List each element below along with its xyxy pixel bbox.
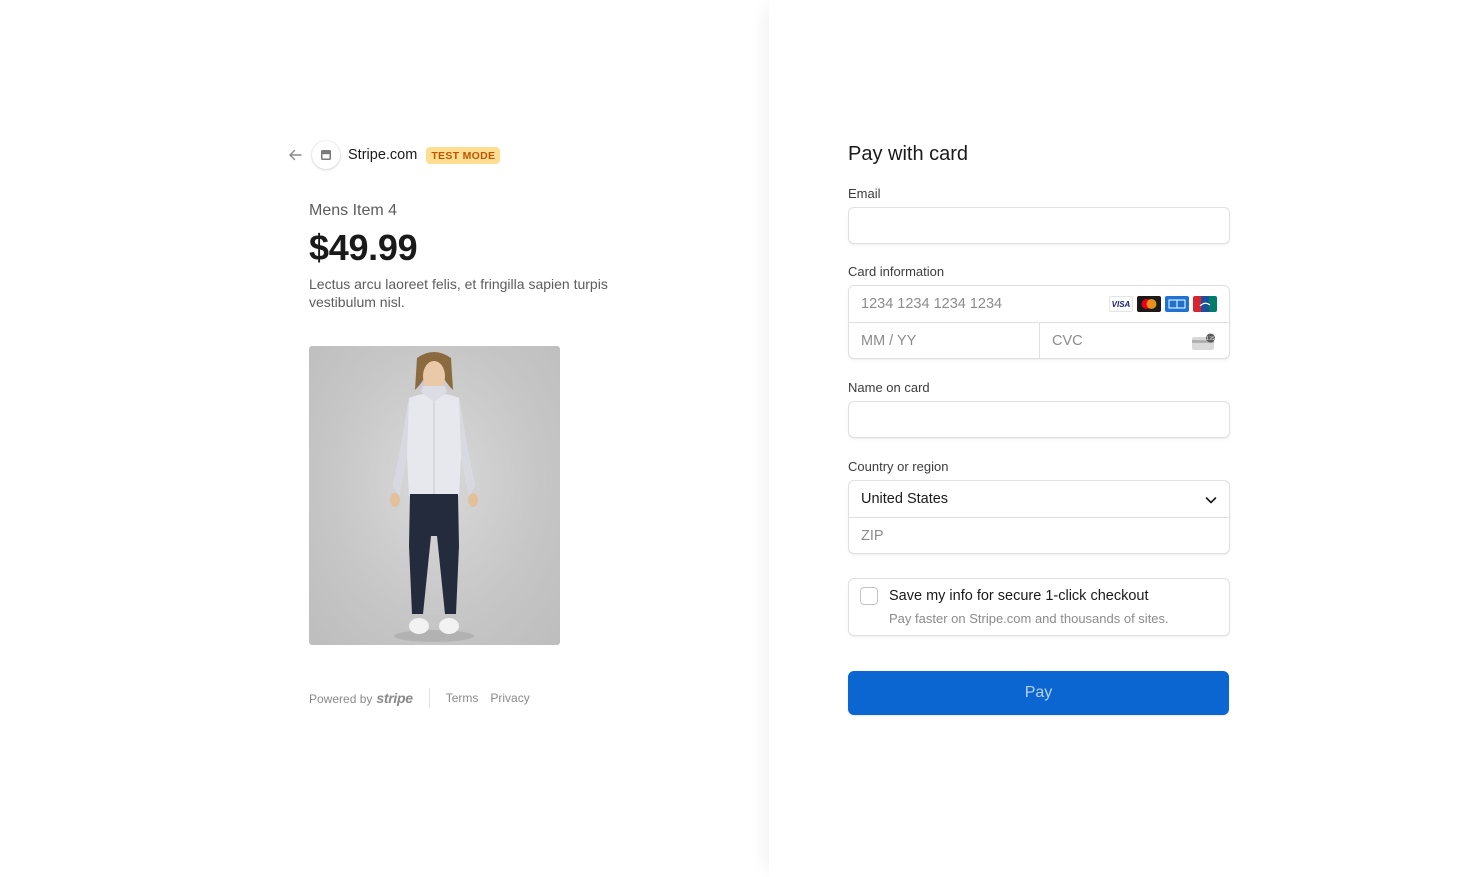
product-price: $49.99: [309, 227, 418, 268]
pay-button[interactable]: Pay: [848, 671, 1229, 715]
unionpay-icon: [1193, 296, 1217, 312]
order-summary-pane: Stripe.com TEST MODE Mens Item 4 $49.99 …: [0, 0, 769, 877]
payment-form: Pay with card Email Card information 123…: [848, 142, 1230, 715]
name-label: Name on card: [848, 380, 930, 395]
save-info-subtitle: Pay faster on Stripe.com and thousands o…: [889, 611, 1169, 626]
country-select[interactable]: United States: [849, 481, 1229, 517]
merchant-header: Stripe.com TEST MODE: [286, 141, 501, 169]
chevron-down-icon: [1205, 493, 1217, 511]
card-number-field[interactable]: 1234 1234 1234 1234 VISA: [849, 286, 1229, 322]
save-info-checkbox[interactable]: [860, 587, 878, 605]
address-group: United States ZIP: [848, 480, 1230, 554]
name-on-card-field[interactable]: [848, 401, 1230, 438]
payment-pane: Pay with card Email Card information 123…: [769, 0, 1479, 877]
stripe-logo: stripe: [376, 690, 413, 706]
card-expiry-cvc-row: MM / YY CVC 135: [849, 322, 1229, 359]
product-name: Mens Item 4: [309, 202, 398, 219]
powered-by-label: Powered by: [309, 692, 373, 706]
cvc-placeholder: CVC: [1052, 332, 1083, 349]
test-mode-badge: TEST MODE: [426, 146, 501, 164]
email-label: Email: [848, 186, 881, 201]
cvc-field[interactable]: CVC 135: [1039, 322, 1229, 359]
zip-field[interactable]: ZIP: [849, 517, 1229, 553]
save-info-box: Save my info for secure 1-click checkout…: [848, 578, 1230, 636]
cvc-card-icon: 135: [1191, 333, 1217, 356]
checkout-page: Stripe.com TEST MODE Mens Item 4 $49.99 …: [0, 0, 1479, 877]
terms-link[interactable]: Terms: [446, 691, 479, 705]
footer-divider: [428, 688, 430, 708]
expiry-placeholder: MM / YY: [861, 332, 917, 349]
country-value: United States: [861, 491, 949, 507]
product-image: [309, 346, 560, 645]
footer: Powered by stripe Terms Privacy: [309, 688, 542, 708]
visa-icon: VISA: [1109, 296, 1133, 312]
email-field[interactable]: [848, 207, 1230, 244]
zip-placeholder: ZIP: [861, 527, 884, 544]
merchant-name[interactable]: Stripe.com: [348, 147, 417, 163]
expiry-field[interactable]: MM / YY: [849, 323, 1039, 359]
back-arrow-icon[interactable]: [286, 146, 304, 164]
country-label: Country or region: [848, 459, 949, 474]
card-info-group: 1234 1234 1234 1234 VISA MM / YY CVC 135: [848, 285, 1230, 359]
svg-text:135: 135: [1206, 336, 1215, 342]
save-info-title[interactable]: Save my info for secure 1-click checkout: [889, 588, 1149, 604]
store-icon: [312, 141, 340, 169]
product-description: Lectus arcu laoreet felis, et fringilla …: [309, 276, 608, 310]
amex-icon: [1165, 296, 1189, 312]
card-brand-icons: VISA: [1109, 296, 1217, 312]
card-info-label: Card information: [848, 264, 945, 279]
powered-by-stripe[interactable]: Powered by stripe: [309, 690, 413, 706]
privacy-link[interactable]: Privacy: [490, 691, 529, 705]
card-number-placeholder: 1234 1234 1234 1234: [861, 296, 1003, 312]
form-title: Pay with card: [848, 143, 969, 165]
mastercard-icon: [1137, 296, 1161, 312]
